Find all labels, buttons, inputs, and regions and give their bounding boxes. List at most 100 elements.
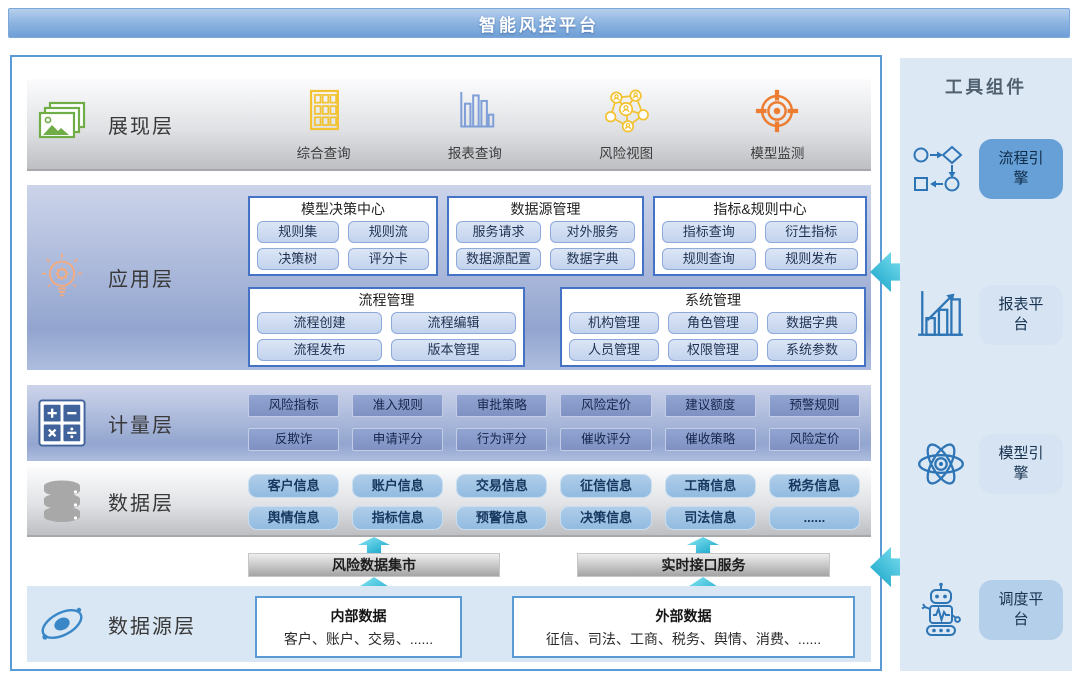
internal-data-box[interactable]: 内部数据 客户、账户、交易、...... (255, 596, 462, 658)
data-item[interactable]: 账户信息 (352, 474, 443, 498)
measurement-item[interactable]: 准入规则 (352, 394, 443, 417)
application-item[interactable]: 规则流 (348, 221, 430, 243)
toolbox-item-scheduler-platform: 调度平台 (909, 579, 1063, 641)
presentation-item-label: 风险视图 (599, 142, 653, 162)
application-item[interactable]: 数据字典 (550, 248, 635, 270)
datasource-layer-head: 数据源层 (36, 596, 196, 652)
group-datasource-management: 数据源管理 服务请求对外服务数据源配置数据字典 (447, 196, 644, 276)
data-item[interactable]: 司法信息 (665, 506, 756, 530)
measurement-items: 风险指标准入规则审批策略风险定价建议额度预警规则反欺诈申请评分行为评分催收评分催… (248, 394, 860, 451)
intelligent-risk-platform-diagram: 智能风控平台 展现层 (0, 0, 1080, 682)
application-item[interactable]: 规则集 (257, 221, 339, 243)
application-groups-row-1: 模型决策中心 规则集规则流决策树评分卡 数据源管理 服务请求对外服务数据源配置数… (248, 196, 867, 276)
architecture-panel: 展现层 综合查询 (10, 55, 882, 671)
presentation-layer-head: 展现层 (36, 96, 174, 152)
measurement-item[interactable]: 预警规则 (769, 394, 860, 417)
report-chart-icon (909, 284, 973, 346)
target-icon (754, 86, 800, 134)
realtime-api-service-bar[interactable]: 实时接口服务 (577, 553, 830, 577)
application-item[interactable]: 流程发布 (257, 339, 382, 361)
up-arrow-icon (357, 537, 391, 553)
presentation-layer-label: 展现层 (108, 110, 174, 139)
application-item[interactable]: 流程编辑 (391, 312, 516, 334)
report-platform-button[interactable]: 报表平台 (979, 285, 1063, 345)
application-item[interactable]: 服务请求 (456, 221, 541, 243)
presentation-item-label: 报表查询 (448, 142, 502, 162)
application-item[interactable]: 数据源配置 (456, 248, 541, 270)
group-items: 流程创建流程编辑流程发布版本管理 (257, 312, 516, 361)
presentation-item-label: 模型监测 (750, 142, 804, 162)
measurement-item[interactable]: 审批策略 (456, 394, 547, 417)
application-item[interactable]: 人员管理 (569, 339, 659, 361)
internal-data-desc: 客户、账户、交易、...... (284, 629, 433, 649)
measurement-item[interactable]: 申请评分 (352, 428, 443, 451)
application-item[interactable]: 规则发布 (765, 248, 859, 270)
data-item[interactable]: 指标信息 (352, 506, 443, 530)
risk-network-icon (601, 86, 651, 134)
scheduler-platform-button[interactable]: 调度平台 (979, 580, 1063, 640)
application-item[interactable]: 权限管理 (668, 339, 758, 361)
data-item[interactable]: 工商信息 (665, 474, 756, 498)
photos-icon (36, 96, 88, 152)
toolbox-item-model-engine: 模型引擎 (909, 433, 1063, 495)
risk-data-mart-bar[interactable]: 风险数据集市 (248, 553, 500, 577)
data-item[interactable]: 客户信息 (248, 474, 339, 498)
data-item[interactable]: 交易信息 (456, 474, 547, 498)
application-item[interactable]: 衍生指标 (765, 221, 859, 243)
application-item[interactable]: 机构管理 (569, 312, 659, 334)
application-item[interactable]: 决策树 (257, 248, 339, 270)
data-item[interactable]: 决策信息 (560, 506, 651, 530)
presentation-item-model-monitor[interactable]: 模型监测 (722, 86, 832, 162)
data-item[interactable]: 预警信息 (456, 506, 547, 530)
bar-chart-icon (454, 86, 496, 134)
toolbox-item-report-platform: 报表平台 (909, 284, 1063, 346)
model-engine-button[interactable]: 模型引擎 (979, 434, 1063, 494)
flowchart-icon (909, 138, 973, 200)
calculator-icon (36, 395, 88, 451)
data-item[interactable]: 舆情信息 (248, 506, 339, 530)
group-title: 流程管理 (257, 291, 516, 310)
application-item[interactable]: 角色管理 (668, 312, 758, 334)
application-item[interactable]: 评分卡 (348, 248, 430, 270)
datasource-layer-label: 数据源层 (108, 610, 196, 639)
group-items: 服务请求对外服务数据源配置数据字典 (456, 221, 635, 270)
external-data-box[interactable]: 外部数据 征信、司法、工商、税务、舆情、消费、...... (512, 596, 855, 658)
external-data-title: 外部数据 (656, 606, 712, 626)
measurement-item[interactable]: 行为评分 (456, 428, 547, 451)
lightbulb-gear-icon (36, 250, 88, 306)
presentation-item-composite-query[interactable]: 综合查询 (269, 86, 379, 162)
application-item[interactable]: 系统参数 (767, 339, 857, 361)
measurement-item[interactable]: 建议额度 (665, 394, 756, 417)
measurement-item[interactable]: 催收评分 (560, 428, 651, 451)
application-item[interactable]: 指标查询 (662, 221, 756, 243)
group-title: 数据源管理 (456, 200, 635, 219)
data-item[interactable]: 征信信息 (560, 474, 651, 498)
measurement-item[interactable]: 反欺诈 (248, 428, 339, 451)
data-item[interactable]: ...... (769, 506, 860, 530)
data-layer-head: 数据层 (36, 473, 174, 529)
group-model-decision-center: 模型决策中心 规则集规则流决策树评分卡 (248, 196, 438, 276)
presentation-item-risk-view[interactable]: 风险视图 (571, 86, 681, 162)
group-items: 指标查询衍生指标规则查询规则发布 (662, 221, 858, 270)
process-engine-button[interactable]: 流程引擎 (979, 139, 1063, 199)
group-indicator-rule-center: 指标&规则中心 指标查询衍生指标规则查询规则发布 (653, 196, 867, 276)
measurement-item[interactable]: 风险定价 (560, 394, 651, 417)
measurement-layer-band: 计量层 风险指标准入规则审批策略风险定价建议额度预警规则反欺诈申请评分行为评分催… (27, 385, 871, 461)
up-arrow-icon (686, 537, 720, 553)
measurement-item[interactable]: 风险指标 (248, 394, 339, 417)
application-item[interactable]: 数据字典 (767, 312, 857, 334)
galaxy-icon (36, 596, 88, 652)
application-item[interactable]: 规则查询 (662, 248, 756, 270)
data-layer-items: 客户信息账户信息交易信息征信信息工商信息税务信息舆情信息指标信息预警信息决策信息… (248, 474, 860, 530)
presentation-item-label: 综合查询 (297, 142, 351, 162)
application-item[interactable]: 对外服务 (550, 221, 635, 243)
data-item[interactable]: 税务信息 (769, 474, 860, 498)
application-item[interactable]: 版本管理 (391, 339, 516, 361)
measurement-item[interactable]: 催收策略 (665, 428, 756, 451)
toolbox-title: 工具组件 (900, 74, 1072, 99)
measurement-item[interactable]: 风险定价 (769, 428, 860, 451)
presentation-item-report-query[interactable]: 报表查询 (420, 86, 530, 162)
platform-title-banner: 智能风控平台 (8, 8, 1070, 38)
application-item[interactable]: 流程创建 (257, 312, 382, 334)
presentation-items: 综合查询 报表查询 (248, 86, 853, 162)
